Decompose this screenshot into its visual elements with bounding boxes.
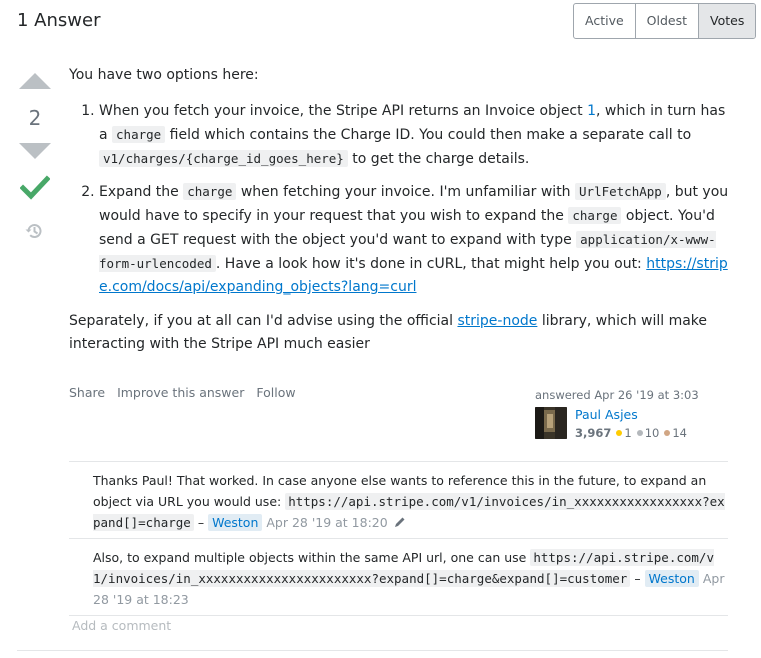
comment-user-link[interactable]: Weston — [208, 514, 263, 531]
answer-intro: You have two options here: — [69, 67, 259, 83]
add-comment-link[interactable]: Add a comment — [72, 618, 171, 633]
improve-answer-link[interactable]: Improve this answer — [117, 385, 244, 400]
text: to get the charge details. — [347, 151, 530, 167]
bronze-badge-icon — [664, 430, 671, 436]
gold-badge-icon — [616, 430, 623, 436]
sort-tabs: Active Oldest Votes — [573, 3, 757, 39]
tab-oldest[interactable]: Oldest — [636, 4, 700, 38]
comment-text: Also, to expand multiple objects within … — [93, 550, 531, 565]
inline-code: charge — [568, 207, 622, 224]
text: field which contains the Charge ID. You … — [165, 127, 692, 143]
divider — [17, 650, 728, 651]
inline-code: UrlFetchApp — [575, 183, 666, 200]
avatar[interactable] — [535, 407, 567, 439]
inline-code: charge — [183, 183, 237, 200]
answer-closing: Separately, if you at all can I'd advise… — [69, 310, 733, 356]
upvote-arrow-icon[interactable] — [19, 73, 51, 89]
text: . Have a look how it's done in cURL, tha… — [215, 256, 647, 272]
reference-link[interactable]: 1 — [587, 103, 596, 119]
follow-link[interactable]: Follow — [256, 385, 295, 400]
user-signature: answered Apr 26 '19 at 3:03 Paul Asjes 3… — [535, 388, 735, 440]
inline-code: charge — [112, 126, 166, 143]
list-item: When you fetch your invoice, the Stripe … — [99, 100, 733, 171]
edit-pencil-icon[interactable] — [394, 516, 406, 528]
vote-count: 2 — [28, 106, 42, 130]
post-menu: Share Improve this answer Follow — [69, 385, 304, 400]
user-name-link[interactable]: Paul Asjes — [575, 407, 638, 422]
answer-options-list: When you fetch your invoice, the Stripe … — [69, 100, 733, 299]
accepted-checkmark-icon — [20, 175, 50, 200]
text: when fetching your invoice. I'm unfamili… — [236, 184, 576, 200]
gold-badge-count: 1 — [624, 426, 632, 440]
comment-date[interactable]: Apr 28 '19 at 18:20 — [266, 515, 387, 530]
user-reputation: 3,967 1 10 14 — [575, 426, 687, 440]
comment-dash: – — [634, 571, 641, 586]
text: When you fetch your invoice, the Stripe … — [99, 103, 588, 119]
tab-active[interactable]: Active — [574, 4, 636, 38]
comment-dash: – — [197, 515, 205, 530]
silver-badge-count: 10 — [644, 426, 660, 440]
silver-badge-icon — [636, 430, 643, 436]
history-icon[interactable] — [24, 221, 44, 241]
answer-body: You have two options here: When you fetc… — [69, 64, 733, 356]
comment-user-link[interactable]: Weston — [644, 570, 699, 587]
text: Separately, if you at all can I'd advise… — [69, 313, 458, 329]
bronze-badge-count: 14 — [672, 426, 687, 440]
stripe-node-link[interactable]: stripe-node — [457, 313, 537, 329]
answered-timestamp[interactable]: answered Apr 26 '19 at 3:03 — [535, 388, 735, 402]
inline-code: v1/charges/{charge_id_goes_here} — [99, 150, 348, 167]
answers-count-heading: 1 Answer — [17, 10, 101, 31]
tab-votes[interactable]: Votes — [699, 4, 756, 38]
comments-list: Thanks Paul! That worked. In case anyone… — [69, 461, 728, 616]
comment: Also, to expand multiple objects within … — [69, 539, 728, 616]
text: Expand the — [99, 184, 184, 200]
reputation-score: 3,967 — [575, 426, 612, 440]
downvote-arrow-icon[interactable] — [19, 143, 51, 159]
list-item: Expand the charge when fetching your inv… — [99, 180, 733, 299]
share-link[interactable]: Share — [69, 385, 105, 400]
comment: Thanks Paul! That worked. In case anyone… — [69, 462, 728, 539]
